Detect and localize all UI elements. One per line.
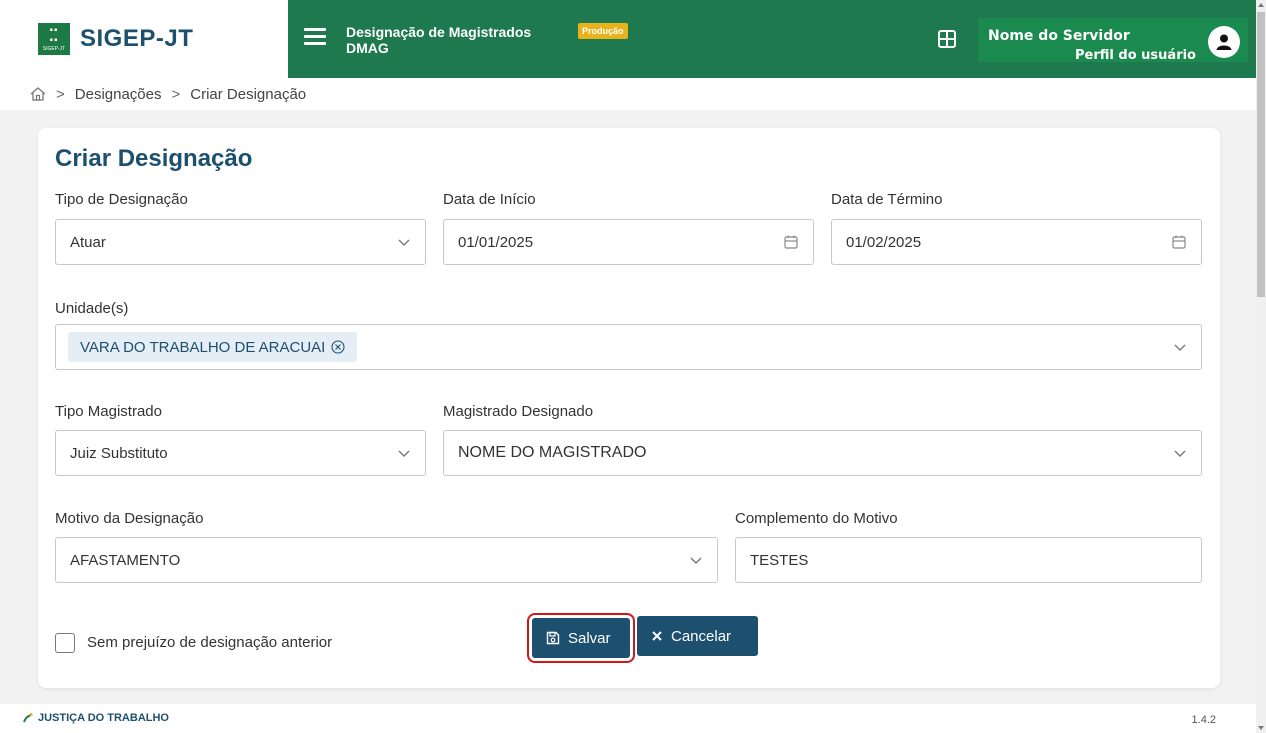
data-inicio-label: Data de Início [443, 191, 536, 208]
page-title: Criar Designação [55, 145, 253, 172]
avatar-icon[interactable] [1208, 26, 1240, 58]
magistrado-designado-label: Magistrado Designado [443, 403, 594, 420]
chevron-down-icon [1174, 450, 1186, 457]
justica-logo-icon [23, 713, 33, 723]
breadcrumb-separator-icon: > [171, 85, 181, 103]
scroll-down-arrow-icon[interactable] [1258, 726, 1264, 730]
system-title: Designação de Magistrados DMAG [346, 24, 531, 56]
data-termino-label: Data de Término [831, 191, 943, 208]
justica-trabalho-logo: JUSTIÇA DO TRABALHO [22, 712, 169, 724]
motivo-value: AFASTAMENTO [70, 551, 181, 569]
chevron-down-icon [398, 239, 410, 246]
data-inicio-value: 01/01/2025 [458, 233, 534, 251]
magistrado-designado-select[interactable]: NOME DO MAGISTRADO [443, 430, 1202, 476]
sigep-logo-icon: ▪▪ ▪▪ SIGEP-JT [38, 23, 70, 55]
calendar-icon[interactable] [783, 234, 799, 250]
user-icon [1216, 34, 1232, 50]
chevron-down-icon [1174, 344, 1186, 351]
hamburger-menu-icon[interactable] [304, 28, 326, 46]
remove-tag-icon[interactable] [331, 340, 345, 354]
calendar-icon[interactable] [1171, 234, 1187, 250]
app-root: ▪▪ ▪▪ SIGEP-JT SIGEP-JT Designação de Mag… [0, 0, 1266, 733]
chevron-down-icon [398, 450, 410, 457]
tipo-designacao-select[interactable]: Atuar [55, 219, 426, 265]
motivo-label: Motivo da Designação [55, 510, 204, 527]
tipo-magistrado-select[interactable]: Juiz Substituto [55, 430, 426, 476]
user-menu[interactable]: Nome do Servidor Perfil do usuário [978, 18, 1248, 63]
user-profile: Perfil do usuário [1075, 48, 1196, 63]
breadcrumb-separator-icon: > [56, 85, 65, 103]
chevron-down-icon [690, 557, 702, 564]
complemento-label: Complemento do Motivo [735, 510, 898, 527]
brand-logo-text: SIGEP-JT [42, 45, 66, 52]
sem-prejuizo-checkbox[interactable] [55, 633, 75, 653]
form-card: Criar Designação Tipo de Designação Atua… [38, 128, 1220, 688]
data-inicio-input[interactable]: 01/01/2025 [443, 219, 814, 265]
scroll-thumb[interactable] [1257, 12, 1265, 297]
cancel-button-label: Cancelar [671, 627, 732, 645]
unidades-multiselect[interactable]: VARA DO TRABALHO DE ARACUAI [55, 324, 1202, 370]
save-icon [546, 631, 560, 645]
system-title-name: Designação de Magistrados [346, 24, 532, 40]
breadcrumb-designacoes-link[interactable]: Designações [75, 86, 162, 103]
data-termino-value: 01/02/2025 [846, 233, 922, 251]
brand-name: SIGEP-JT [80, 25, 194, 52]
data-termino-input[interactable]: 01/02/2025 [831, 219, 1202, 265]
unidades-label: Unidade(s) [55, 300, 129, 317]
home-icon[interactable] [30, 87, 46, 101]
topbar: Designação de Magistrados DMAG Produção … [288, 0, 1256, 78]
header: ▪▪ ▪▪ SIGEP-JT SIGEP-JT Designação de Mag… [0, 0, 1256, 78]
user-name: Nome do Servidor [988, 28, 1130, 44]
unidade-tag: VARA DO TRABALHO DE ARACUAI [68, 332, 358, 362]
footer: JUSTIÇA DO TRABALHO 1.4.2 [0, 704, 1256, 733]
save-button[interactable]: Salvar [527, 613, 635, 663]
motivo-select[interactable]: AFASTAMENTO [55, 537, 718, 583]
sem-prejuizo-label[interactable]: Sem prejuízo de designação anterior [87, 634, 332, 651]
tipo-designacao-value: Atuar [70, 233, 106, 251]
save-button-label: Salvar [568, 629, 611, 647]
footer-logo-text: JUSTIÇA DO TRABALHO [38, 712, 169, 724]
unidade-tag-label: VARA DO TRABALHO DE ARACUAI [80, 338, 326, 356]
breadcrumb: > Designações > Criar Designação [0, 78, 1256, 110]
app-version: 1.4.2 [1191, 714, 1216, 726]
tipo-magistrado-value: Juiz Substituto [70, 444, 168, 462]
scroll-up-arrow-icon[interactable] [1258, 3, 1264, 7]
breadcrumb-current: Criar Designação [190, 85, 307, 103]
complemento-value: TESTES [750, 551, 809, 569]
environment-badge: Produção [578, 23, 628, 39]
cancel-button[interactable]: Cancelar [637, 616, 758, 656]
vertical-scrollbar[interactable] [1256, 0, 1266, 733]
brand[interactable]: ▪▪ ▪▪ SIGEP-JT SIGEP-JT [0, 0, 288, 78]
apps-grid-icon[interactable] [938, 30, 956, 48]
tipo-magistrado-label: Tipo Magistrado [55, 403, 162, 420]
tipo-designacao-label: Tipo de Designação [55, 191, 188, 208]
complemento-input[interactable]: TESTES [735, 537, 1202, 583]
magistrado-designado-value: NOME DO MAGISTRADO [458, 444, 647, 461]
system-title-acronym: DMAG [346, 40, 389, 56]
close-icon [652, 631, 662, 641]
